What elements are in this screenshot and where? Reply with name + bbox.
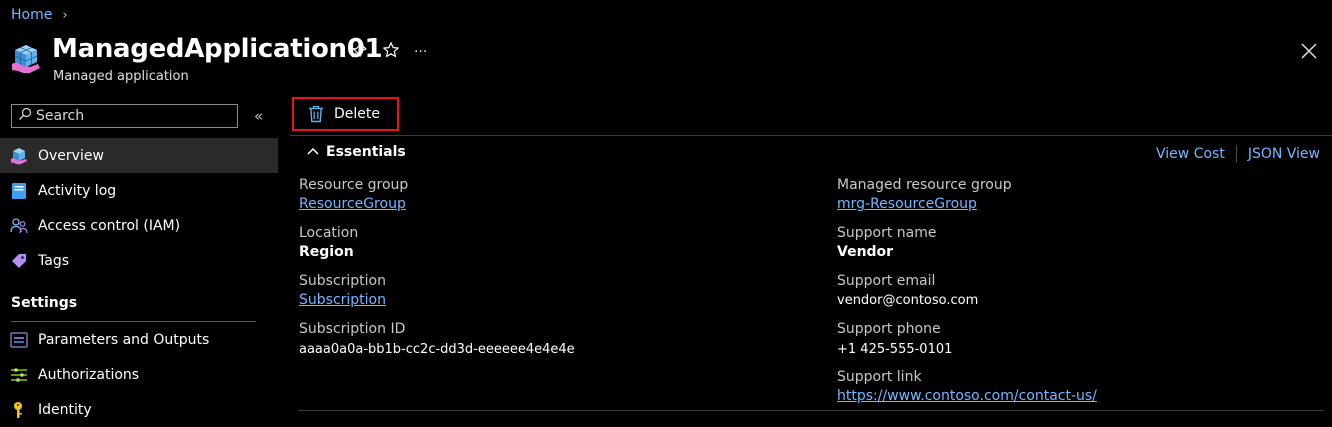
sidebar-item-label: Access control (IAM) [38, 217, 181, 234]
delete-button[interactable]: Delete [292, 97, 399, 131]
sidebar-item-access-control[interactable]: Access control (IAM) [0, 208, 278, 243]
sidebar-item-label: Tags [38, 252, 69, 269]
sidebar-item-parameters-and-outputs[interactable]: Parameters and Outputs [0, 322, 278, 357]
page-subtitle: Managed application [53, 69, 189, 84]
overview-cube-icon [10, 147, 28, 165]
subscription-link[interactable]: Subscription [299, 292, 386, 308]
support-phone-label: Support phone [837, 321, 941, 337]
resource-group-label: Resource group [299, 177, 409, 193]
chevron-right-icon: › [62, 7, 68, 23]
search-input[interactable]: Search [11, 104, 238, 128]
sidebar-item-activity-log[interactable]: Activity log [0, 173, 278, 208]
link-separator [1235, 145, 1237, 163]
support-link-url[interactable]: https://www.contoso.com/contact-us/ [837, 388, 1097, 404]
pin-icon[interactable] [350, 41, 368, 63]
essentials-toggle[interactable]: Essentials [306, 144, 406, 160]
support-link-label: Support link [837, 369, 922, 385]
managed-resource-group-label: Managed resource group [837, 177, 1012, 193]
support-name-label: Support name [837, 225, 937, 241]
sidebar-item-label: Parameters and Outputs [38, 331, 210, 348]
breadcrumb: Home › [11, 7, 68, 23]
support-email-value: vendor@contoso.com [837, 293, 979, 308]
subscription-id-value: aaaa0a0a-bb1b-cc2c-dd3d-eeeeee4e4e4e [299, 342, 575, 357]
essentials-divider [298, 410, 1324, 411]
subscription-id-label: Subscription ID [299, 321, 406, 337]
more-options-icon[interactable]: ··· [414, 44, 427, 60]
sidebar-item-label: Authorizations [38, 366, 140, 383]
sidebar-item-identity[interactable]: Identity [0, 392, 278, 427]
search-placeholder: Search [36, 108, 85, 124]
search-icon [14, 107, 36, 125]
chevron-up-icon [306, 144, 320, 160]
breadcrumb-home-link[interactable]: Home [11, 7, 52, 23]
favorite-star-icon[interactable] [382, 41, 400, 63]
sidebar-item-tags[interactable]: Tags [0, 243, 278, 278]
page-title: ManagedApplication01 [52, 34, 383, 64]
resource-group-link[interactable]: ResourceGroup [299, 196, 406, 212]
toolbar-divider [290, 135, 1332, 136]
sidebar-item-label: Activity log [38, 182, 117, 199]
tag-icon [10, 252, 28, 270]
support-phone-value: +1 425-555-0101 [837, 342, 953, 357]
delete-label: Delete [334, 106, 380, 122]
subscription-label: Subscription [299, 273, 386, 289]
managed-application-icon [10, 42, 42, 76]
identity-key-icon [10, 401, 28, 419]
sidebar-item-label: Identity [38, 401, 92, 418]
sidebar-section-settings: Settings [11, 295, 78, 311]
location-value: Region [299, 244, 354, 260]
view-cost-link[interactable]: View Cost [1156, 146, 1225, 162]
managed-resource-group-link[interactable]: mrg-ResourceGroup [837, 196, 977, 212]
essentials-title: Essentials [326, 144, 406, 160]
support-name-value: Vendor [837, 244, 894, 260]
people-icon [10, 217, 28, 235]
activity-log-icon [10, 182, 28, 200]
collapse-sidebar-icon[interactable]: « [254, 107, 263, 125]
json-view-link[interactable]: JSON View [1248, 146, 1320, 162]
authorizations-icon [10, 366, 28, 384]
close-icon[interactable] [1298, 40, 1320, 62]
essentials-links: View Cost JSON View [1156, 145, 1320, 163]
location-label: Location [299, 225, 359, 241]
parameters-icon [10, 331, 28, 349]
trash-icon [308, 105, 324, 123]
support-email-label: Support email [837, 273, 936, 289]
sidebar-item-authorizations[interactable]: Authorizations [0, 357, 278, 392]
header-actions: ··· [350, 41, 427, 63]
sidebar-item-label: Overview [38, 147, 104, 164]
sidebar-item-overview[interactable]: Overview [0, 138, 278, 173]
